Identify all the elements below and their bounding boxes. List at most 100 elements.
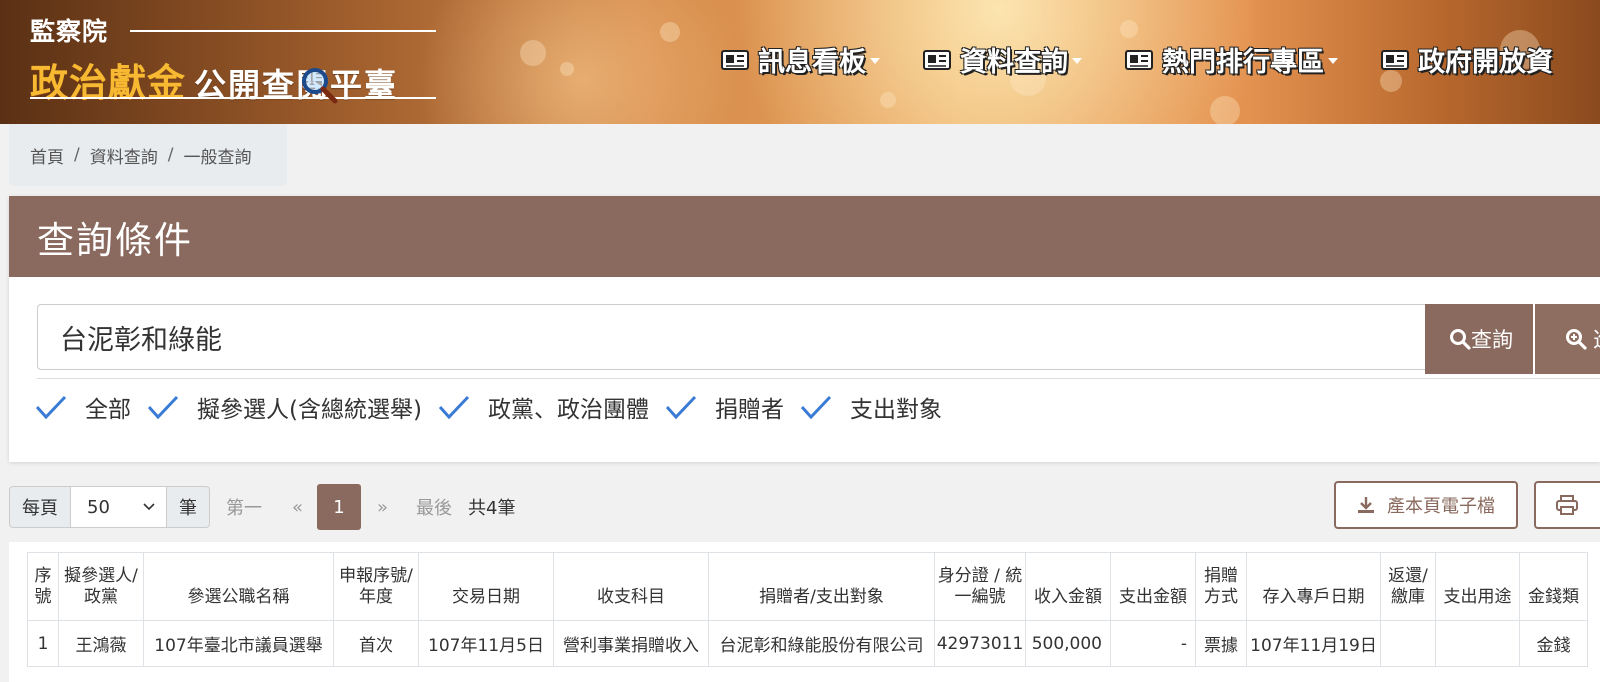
nav-item-ranking[interactable]: 熱門排行專區 xyxy=(1124,40,1338,79)
nav-label: 資料查詢 xyxy=(960,47,1068,78)
advanced-search-label: 進 xyxy=(1593,324,1600,354)
cell-expense-use xyxy=(1435,620,1520,667)
breadcrumb-current: 一般查詢 xyxy=(183,147,252,168)
table-row: 1 王鴻薇 107年臺北市議員選舉 首次 107年11月5日 營利事業捐贈收入 … xyxy=(27,620,1588,667)
page-next[interactable]: » xyxy=(377,497,388,518)
search-icon xyxy=(1450,329,1471,350)
export-button[interactable]: 產本頁電子檔 xyxy=(1334,481,1518,529)
column-header[interactable]: 支出用途 xyxy=(1435,552,1520,621)
breadcrumb-home[interactable]: 首頁 xyxy=(30,143,64,168)
column-header[interactable]: 身分證 / 統一編號 xyxy=(934,552,1026,621)
column-header[interactable]: 參選公職名稱 xyxy=(143,552,334,621)
cell-serial: 1 xyxy=(27,620,59,667)
nav-item-board[interactable]: 訊息看板 xyxy=(720,40,880,79)
column-header[interactable]: 收入金額 xyxy=(1025,552,1111,621)
breadcrumb-separator: / xyxy=(74,145,80,165)
nav-label: 熱門排行專區 xyxy=(1162,47,1324,78)
column-header[interactable]: 支出金額 xyxy=(1110,552,1196,621)
cell-donor[interactable]: 台泥彰和綠能股份有限公司 xyxy=(708,620,935,667)
column-header[interactable]: 存入專戶日期 xyxy=(1246,552,1381,621)
check-icon xyxy=(438,395,470,420)
page-first[interactable]: 第一 xyxy=(226,494,262,520)
cell-report-no: 首次 xyxy=(333,620,419,667)
cell-date: 107年11月5日 xyxy=(418,620,554,667)
page-current[interactable]: 1 xyxy=(317,484,362,530)
logo-divider xyxy=(130,30,436,32)
nav-item-open-data[interactable]: 政府開放資 xyxy=(1380,40,1553,79)
per-page-prefix: 每頁 xyxy=(9,486,71,528)
search-input[interactable] xyxy=(37,304,1427,370)
chevron-down-icon xyxy=(143,503,155,511)
search-button[interactable]: 查詢 xyxy=(1425,304,1533,374)
query-title: 查詢條件 xyxy=(37,218,193,262)
column-header[interactable]: 返還/繳庫 xyxy=(1380,552,1436,621)
print-button[interactable] xyxy=(1534,481,1600,529)
column-header[interactable]: 申報序號/年度 xyxy=(333,552,419,621)
results-panel: 序號 擬參選人/政黨 參選公職名稱 申報序號/年度 交易日期 收支科目 捐贈者/… xyxy=(9,542,1600,682)
filter-party[interactable]: 政黨、政治團體 xyxy=(436,390,649,424)
page-prev[interactable]: « xyxy=(292,497,303,518)
advanced-search-button[interactable]: 進 xyxy=(1535,304,1600,374)
filter-label: 全部 xyxy=(85,397,131,423)
site-header: 監察院 政治獻金 公開查閱平臺 訊息看板 資料查詢 熱門排行專區 政府開放資 xyxy=(0,0,1600,124)
cell-expense: - xyxy=(1110,620,1196,667)
chevron-down-icon xyxy=(870,57,880,64)
filter-donor[interactable]: 捐贈者 xyxy=(663,390,784,424)
magnifier-icon xyxy=(302,68,338,104)
per-page-select[interactable]: 50 xyxy=(71,486,167,528)
column-header[interactable]: 交易日期 xyxy=(418,552,554,621)
search-row: 查詢 進 xyxy=(37,304,1600,374)
results-table: 序號 擬參選人/政黨 參選公職名稱 申報序號/年度 交易日期 收支科目 捐贈者/… xyxy=(27,552,1588,667)
nav-item-query[interactable]: 資料查詢 xyxy=(922,40,1082,79)
cell-money-type: 金錢 xyxy=(1519,620,1588,667)
query-card-header: 查詢條件 xyxy=(9,196,1600,277)
cell-election: 107年臺北市議員選舉 xyxy=(143,620,334,667)
filter-all[interactable]: 全部 xyxy=(33,390,131,424)
column-header[interactable]: 金錢類 xyxy=(1519,552,1588,621)
column-header[interactable]: 序號 xyxy=(27,552,59,621)
filter-label: 支出對象 xyxy=(849,397,942,423)
filter-candidate[interactable]: 擬參選人(含總統選舉) xyxy=(145,390,422,424)
cell-id-number: 42973011 xyxy=(934,620,1026,667)
newspaper-icon xyxy=(721,49,749,70)
breadcrumb-data-query[interactable]: 資料查詢 xyxy=(90,143,158,168)
search-button-label: 查詢 xyxy=(1471,328,1513,352)
page-last[interactable]: 最後 xyxy=(416,494,452,520)
filter-label: 擬參選人(含總統選舉) xyxy=(197,397,422,423)
newspaper-icon xyxy=(1125,49,1153,70)
column-header[interactable]: 捐贈者/支出對象 xyxy=(708,552,935,621)
breadcrumb-separator: / xyxy=(167,145,174,165)
export-button-label: 產本頁電子檔 xyxy=(1387,496,1495,517)
logo-agency: 監察院 xyxy=(30,17,109,46)
check-icon xyxy=(665,395,697,420)
column-header[interactable]: 收支科目 xyxy=(553,552,709,621)
total-count: 共4筆 xyxy=(468,498,516,519)
pagination-bar: 每頁 50 筆 第一 « 1 » 最後 共4筆 xyxy=(9,484,516,530)
column-header[interactable]: 捐贈方式 xyxy=(1195,552,1247,621)
download-icon xyxy=(1358,497,1374,513)
printer-icon xyxy=(1556,495,1578,515)
check-icon xyxy=(800,395,832,420)
newspaper-icon xyxy=(1381,49,1409,70)
cell-candidate[interactable]: 王鴻薇 xyxy=(58,620,144,667)
zoom-in-icon xyxy=(1566,329,1587,350)
newspaper-icon xyxy=(923,49,951,70)
site-logo[interactable]: 監察院 政治獻金 公開查閱平臺 xyxy=(30,8,450,108)
per-page-suffix: 筆 xyxy=(167,486,210,528)
per-page-value: 50 xyxy=(87,496,110,518)
nav-label: 訊息看板 xyxy=(758,47,866,78)
column-header[interactable]: 擬參選人/政黨 xyxy=(58,552,144,621)
logo-underline xyxy=(30,97,436,99)
cell-income: 500,000 xyxy=(1025,620,1111,667)
filter-label: 捐贈者 xyxy=(714,397,784,423)
check-icon xyxy=(147,395,179,420)
filter-expense-target[interactable]: 支出對象 xyxy=(798,390,942,424)
cell-returned xyxy=(1380,620,1436,667)
divider xyxy=(37,378,1600,379)
cell-deposit-date: 107年11月19日 xyxy=(1246,620,1381,667)
main-nav: 訊息看板 資料查詢 熱門排行專區 政府開放資 xyxy=(720,40,1595,79)
logo-rest: 公開查閱平臺 xyxy=(194,66,399,104)
chevron-down-icon xyxy=(1072,57,1082,64)
query-card: 查詢條件 查詢 進 全部 擬參選人(含總統選舉) 政黨、政治團體 捐贈者 xyxy=(9,196,1600,462)
breadcrumb: 首頁 / 資料查詢 / 一般查詢 xyxy=(9,124,287,186)
